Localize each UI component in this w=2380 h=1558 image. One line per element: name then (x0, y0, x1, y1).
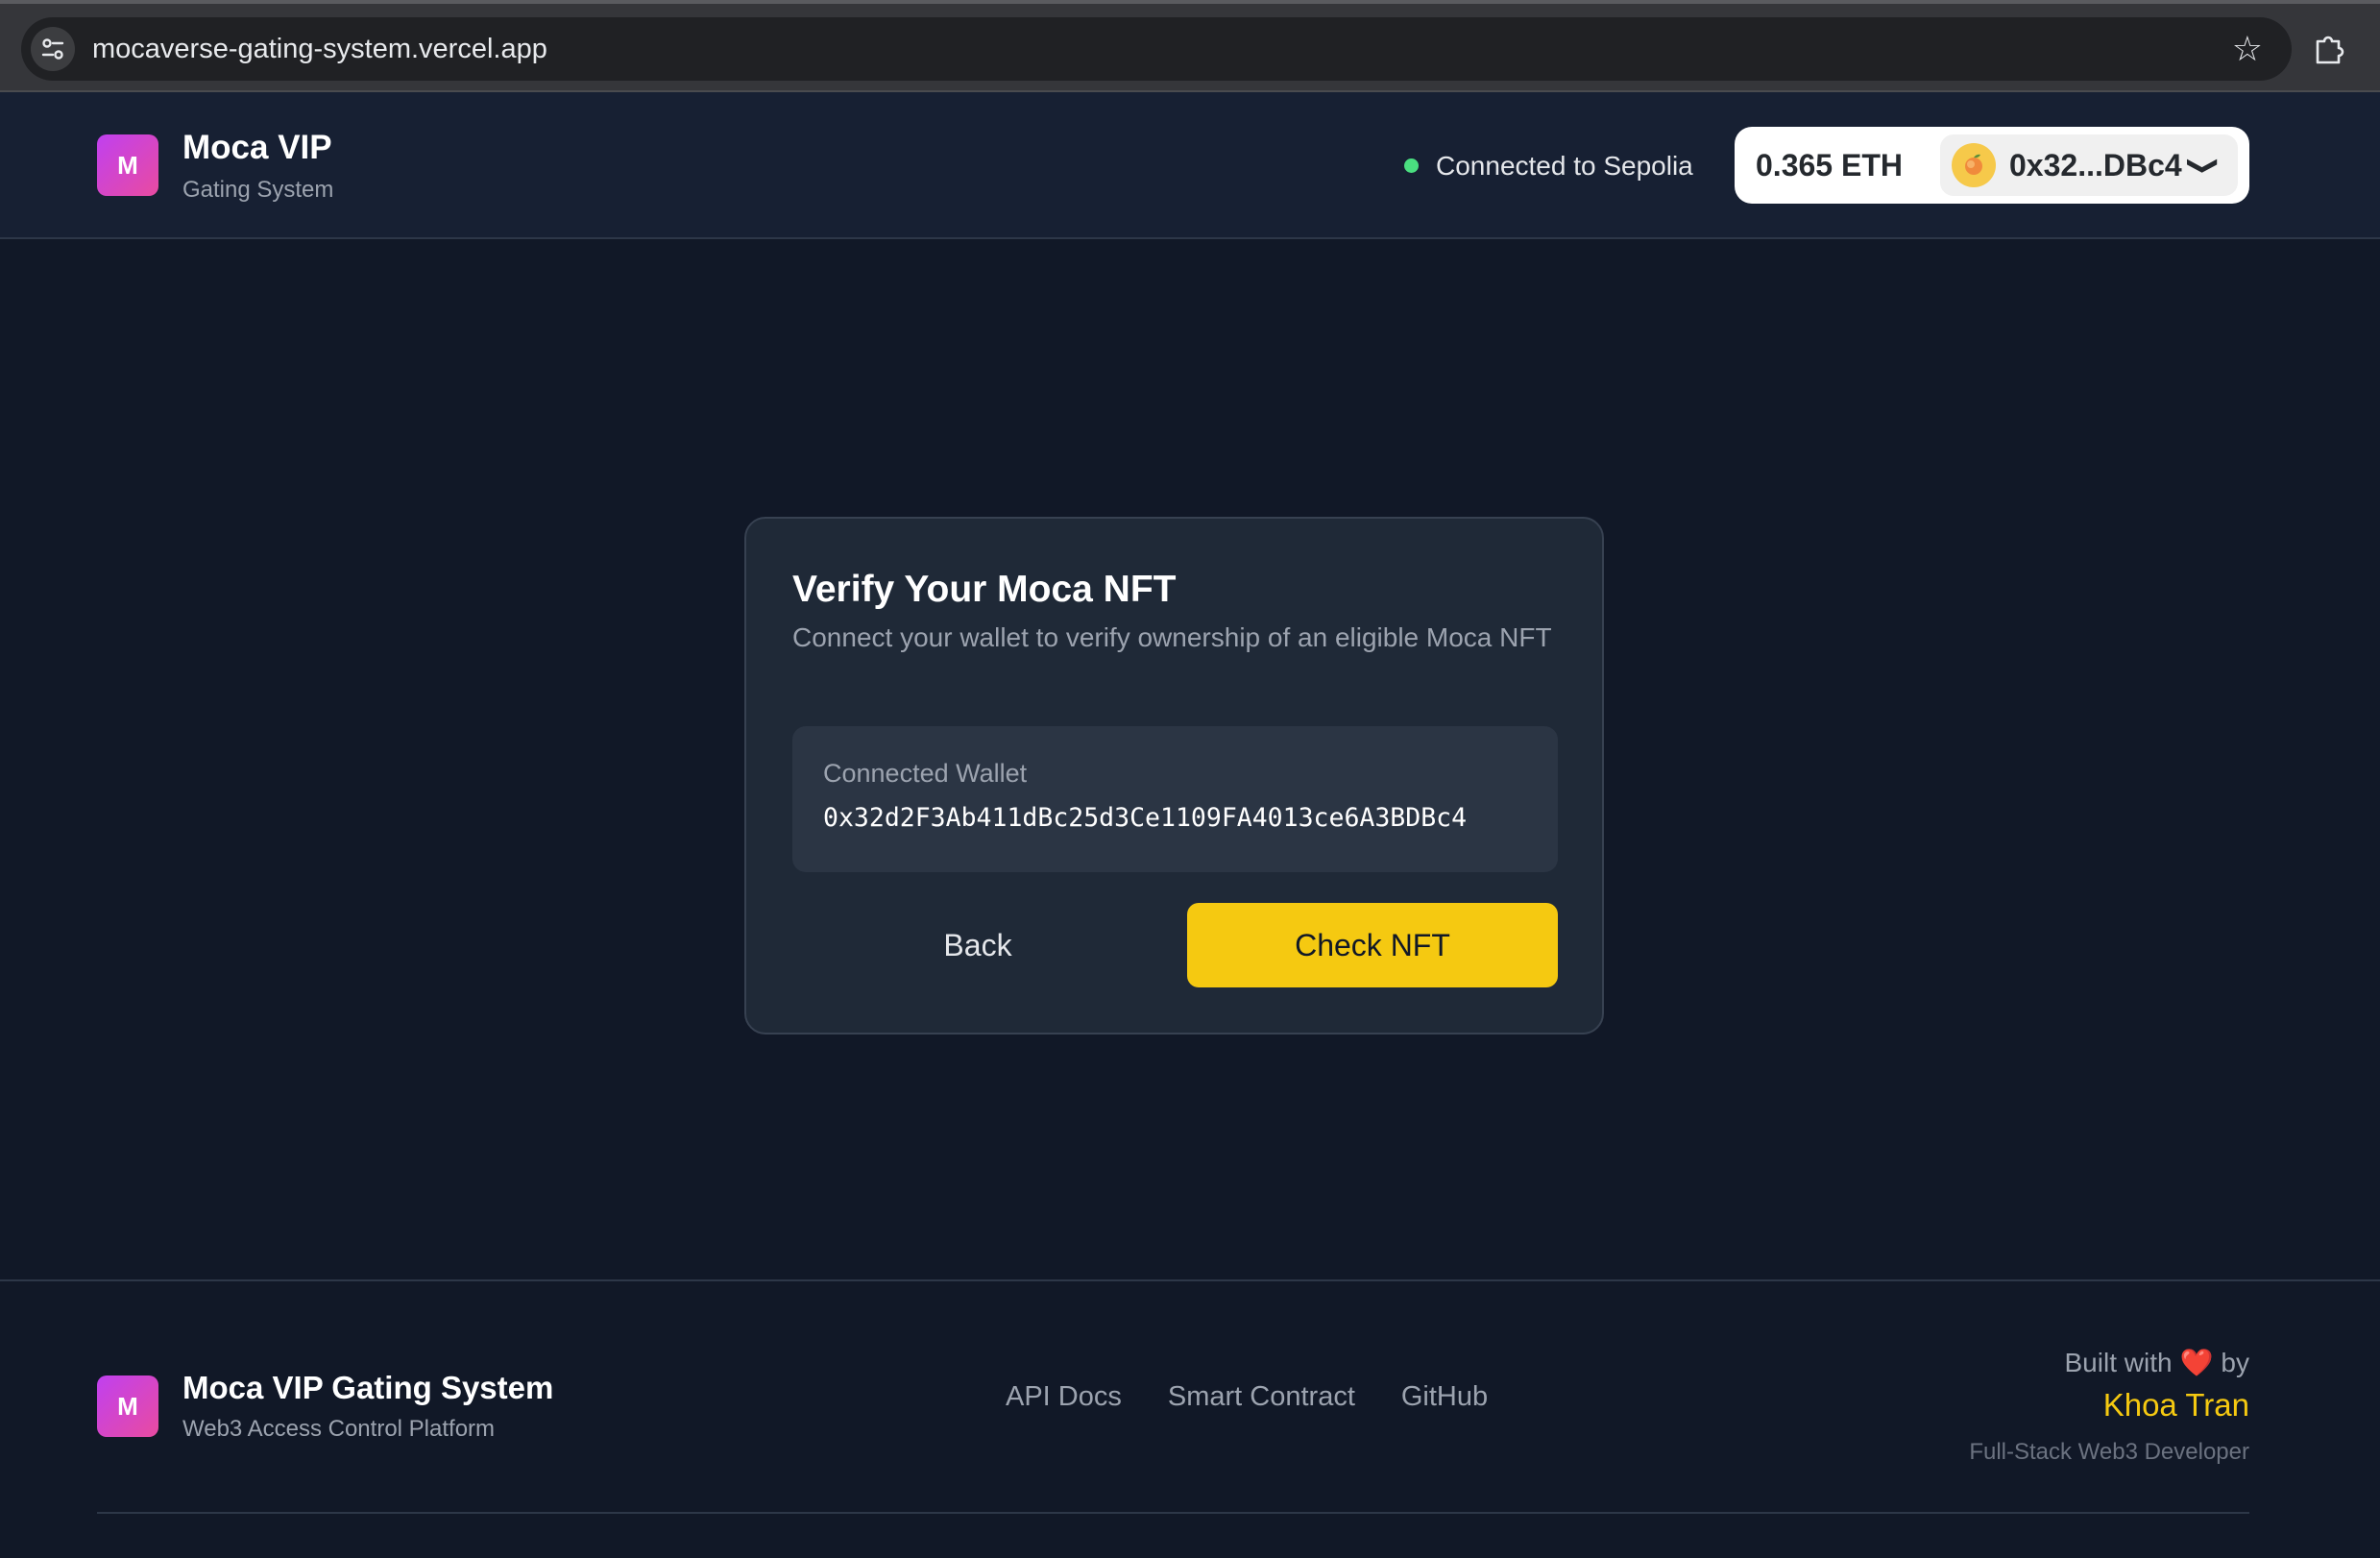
puzzle-icon (2316, 36, 2344, 64)
check-nft-button[interactable]: Check NFT (1187, 903, 1558, 987)
network-status: Connected to Sepolia (1404, 92, 1693, 239)
account-button[interactable]: 0x32...DBc4 ❯ (1940, 134, 2238, 196)
chevron-down-icon[interactable]: ❯ (2186, 155, 2222, 176)
account-address[interactable]: 0x32...DBc4 (2009, 148, 2182, 183)
footer-divider (97, 1512, 2249, 1514)
app-logo[interactable]: M (97, 134, 158, 196)
app-header: M Moca VIP Gating System Connected to Se… (0, 92, 2380, 239)
back-button[interactable]: Back (792, 903, 1163, 987)
footer-links: API Docs Smart Contract GitHub (1006, 1381, 1488, 1413)
network-status-label: Connected to Sepolia (1436, 150, 1693, 181)
built-with-prefix: Built with (2064, 1347, 2173, 1377)
verify-card: Verify Your Moca NFT Connect your wallet… (744, 517, 1604, 1035)
wallet-address: 0x32d2F3Ab411dBc25d3Ce1109FA4013ce6A3BDB… (823, 803, 1468, 833)
heart-icon: ❤️ (2179, 1348, 2214, 1377)
url-text[interactable]: mocaverse-gating-system.vercel.app (92, 17, 547, 81)
app-subtitle: Gating System (182, 177, 334, 203)
footer-subtitle: Web3 Access Control Platform (182, 1416, 496, 1442)
connected-wallet-label: Connected Wallet (823, 759, 1028, 788)
footer-logo: M (97, 1375, 158, 1437)
github-link[interactable]: GitHub (1401, 1381, 1488, 1413)
api-docs-link[interactable]: API Docs (1006, 1381, 1122, 1413)
avatar (1952, 143, 1996, 187)
star-icon[interactable]: ☆ (2232, 17, 2263, 81)
tune-icon (41, 38, 64, 60)
footer-title: Moca VIP Gating System (182, 1370, 554, 1405)
footer: M Moca VIP Gating System Web3 Access Con… (0, 1279, 2380, 1558)
connected-wallet-panel: Connected Wallet 0x32d2F3Ab411dBc25d3Ce1… (792, 726, 1558, 872)
browser-toolbar: mocaverse-gating-system.vercel.app ☆ (0, 0, 2380, 92)
eth-balance[interactable]: 0.365 ETH (1735, 148, 1940, 183)
card-title: Verify Your Moca NFT (792, 569, 1177, 610)
smart-contract-link[interactable]: Smart Contract (1168, 1381, 1355, 1413)
wallet-connect-button[interactable]: 0.365 ETH 0x32...DBc4 ❯ (1735, 127, 2249, 204)
card-description: Connect your wallet to verify ownership … (792, 622, 1552, 652)
site-info-button[interactable] (31, 27, 75, 71)
built-with-text: Built with ❤️ by (2065, 1347, 2250, 1378)
author-role: Full-Stack Web3 Developer (1969, 1439, 2249, 1465)
peach-avatar-icon (1965, 154, 1982, 175)
address-bar[interactable]: mocaverse-gating-system.vercel.app ☆ (21, 17, 2292, 81)
status-dot-icon (1404, 158, 1419, 173)
author-link[interactable]: Khoa Tran (2103, 1387, 2249, 1424)
app-title: Moca VIP (182, 129, 332, 166)
built-with-suffix: by (2221, 1347, 2249, 1377)
extensions-button[interactable] (2297, 17, 2361, 81)
